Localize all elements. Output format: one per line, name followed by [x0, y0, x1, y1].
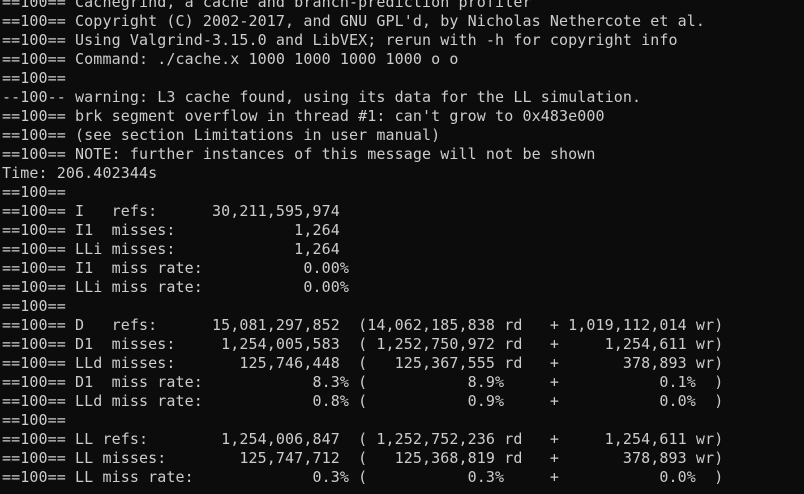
terminal-line: ==100== LLd miss rate: 0.8% ( 0.9% + 0.0… — [2, 392, 724, 410]
terminal-line: ==100== Using Valgrind-3.15.0 and LibVEX… — [2, 31, 678, 49]
terminal-output[interactable]: ==100== Cachegrind, a cache and branch-p… — [0, 0, 804, 494]
terminal-line: ==100== LLi misses: 1,264 — [2, 240, 340, 258]
terminal-line: Time: 206.402344s — [2, 164, 158, 182]
terminal-line: ==100== NOTE: further instances of this … — [2, 145, 596, 163]
terminal-line: ==100== — [2, 297, 66, 315]
terminal-line: ==100== D1 misses: 1,254,005,583 ( 1,252… — [2, 335, 724, 353]
terminal-line: ==100== Command: ./cache.x 1000 1000 100… — [2, 50, 459, 68]
terminal-line: ==100== Cachegrind, a cache and branch-p… — [2, 0, 532, 11]
terminal-line: --100-- warning: L3 cache found, using i… — [2, 88, 642, 106]
terminal-line: ==100== D refs: 15,081,297,852 (14,062,1… — [2, 316, 724, 334]
terminal-line: ==100== — [2, 411, 66, 429]
terminal-line: ==100== (see section Limitations in user… — [2, 126, 441, 144]
terminal-line: ==100== LL refs: 1,254,006,847 ( 1,252,7… — [2, 430, 724, 448]
terminal-line: ==100== Copyright (C) 2002-2017, and GNU… — [2, 12, 706, 30]
terminal-line: ==100== I refs: 30,211,595,974 — [2, 202, 340, 220]
terminal-line: ==100== — [2, 183, 66, 201]
terminal-line: ==100== I1 miss rate: 0.00% — [2, 259, 349, 277]
terminal-line: ==100== LLd misses: 125,746,448 ( 125,36… — [2, 354, 724, 372]
terminal-line: ==100== I1 misses: 1,264 — [2, 221, 340, 239]
terminal-line: ==100== LL miss rate: 0.3% ( 0.3% + 0.0%… — [2, 468, 724, 486]
terminal-line: ==100== brk segment overflow in thread #… — [2, 107, 605, 125]
terminal-line: ==100== D1 miss rate: 8.3% ( 8.9% + 0.1%… — [2, 373, 724, 391]
terminal-line: ==100== — [2, 69, 66, 87]
terminal-line: ==100== LLi miss rate: 0.00% — [2, 278, 349, 296]
terminal-line: ==100== LL misses: 125,747,712 ( 125,368… — [2, 449, 724, 467]
